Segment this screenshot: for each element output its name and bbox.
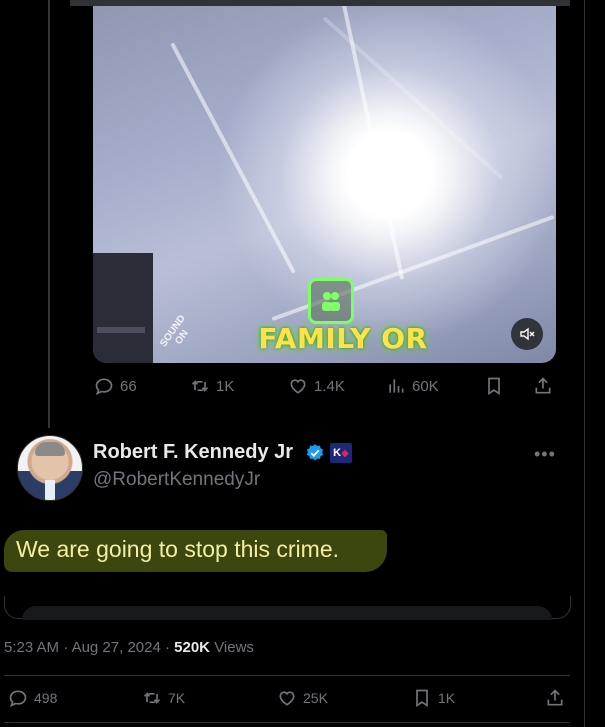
divider (4, 675, 570, 676)
building-structure (93, 253, 153, 363)
reply-button[interactable]: 498 (8, 688, 57, 708)
reply-count: 66 (120, 377, 137, 395)
family-icon (308, 278, 354, 324)
avatar-hair (35, 442, 65, 456)
reply-icon (95, 378, 113, 396)
repost-count: 1K (216, 377, 235, 395)
divider (4, 722, 570, 723)
reply-button[interactable]: 66 (94, 376, 137, 396)
heart-icon (279, 691, 295, 706)
like-button[interactable]: 25K (277, 688, 328, 708)
share-button[interactable] (545, 688, 565, 708)
bookmark-button[interactable] (484, 376, 504, 396)
embedded-card[interactable] (22, 606, 552, 620)
share-icon (535, 377, 551, 394)
like-count: 1.4K (314, 377, 345, 395)
like-count: 25K (303, 690, 328, 706)
timeline-right-border (584, 0, 585, 727)
speaker-mute-icon (520, 327, 535, 341)
affiliate-badge-text: K (333, 447, 342, 459)
bookmark-count: 1K (438, 690, 456, 706)
contrail (322, 16, 504, 180)
contrail (331, 6, 405, 280)
affiliate-badge[interactable]: K ◆ (330, 443, 352, 463)
heart-icon (290, 379, 306, 394)
avatar-shirt (45, 480, 55, 500)
building-railing (97, 327, 145, 333)
views-button[interactable]: 60K (386, 376, 439, 396)
author-handle[interactable]: @RobertKennedyJr (93, 469, 260, 491)
repost-count: 7K (168, 690, 186, 706)
mute-button[interactable] (511, 318, 543, 350)
verified-badge-icon[interactable] (305, 443, 325, 463)
tweet-meta: 5:23 AM · Aug 27, 2024 · 520K Views (4, 639, 254, 656)
analytics-icon (389, 379, 404, 393)
views-count: 60K (412, 377, 439, 395)
contrail (170, 42, 296, 274)
avatar[interactable] (17, 435, 83, 501)
bookmark-icon (416, 689, 428, 708)
share-button[interactable] (533, 376, 553, 396)
repost-button[interactable]: 7K (142, 688, 185, 708)
more-options-icon[interactable]: ••• (534, 444, 556, 465)
meta-separator: · (164, 639, 170, 656)
repost-icon (143, 691, 161, 705)
thread-connector-line (48, 0, 50, 428)
tweet-date[interactable]: Aug 27, 2024 (72, 639, 161, 656)
share-icon (547, 689, 563, 706)
reply-icon (9, 690, 27, 708)
repost-icon (191, 379, 209, 393)
affiliate-badge-mark: ◆ (341, 447, 349, 459)
tweet-time[interactable]: 5:23 AM (4, 639, 59, 656)
reply-count: 498 (34, 690, 58, 706)
like-button[interactable]: 1.4K (288, 376, 345, 396)
author-name[interactable]: Robert F. Kennedy Jr (93, 441, 293, 464)
bookmark-button[interactable]: 1K (412, 688, 455, 708)
tweet-views-label: Views (214, 639, 254, 656)
video-caption: FAMILY OR (258, 322, 428, 355)
meta-separator: · (63, 639, 69, 656)
tweet-views-count: 520K (174, 639, 211, 656)
repost-button[interactable]: 1K (190, 376, 234, 396)
bookmark-icon (488, 377, 500, 396)
video-player[interactable]: SOUND ON FAMILY OR (93, 6, 556, 363)
tweet-text: We are going to stop this crime. (16, 536, 339, 562)
